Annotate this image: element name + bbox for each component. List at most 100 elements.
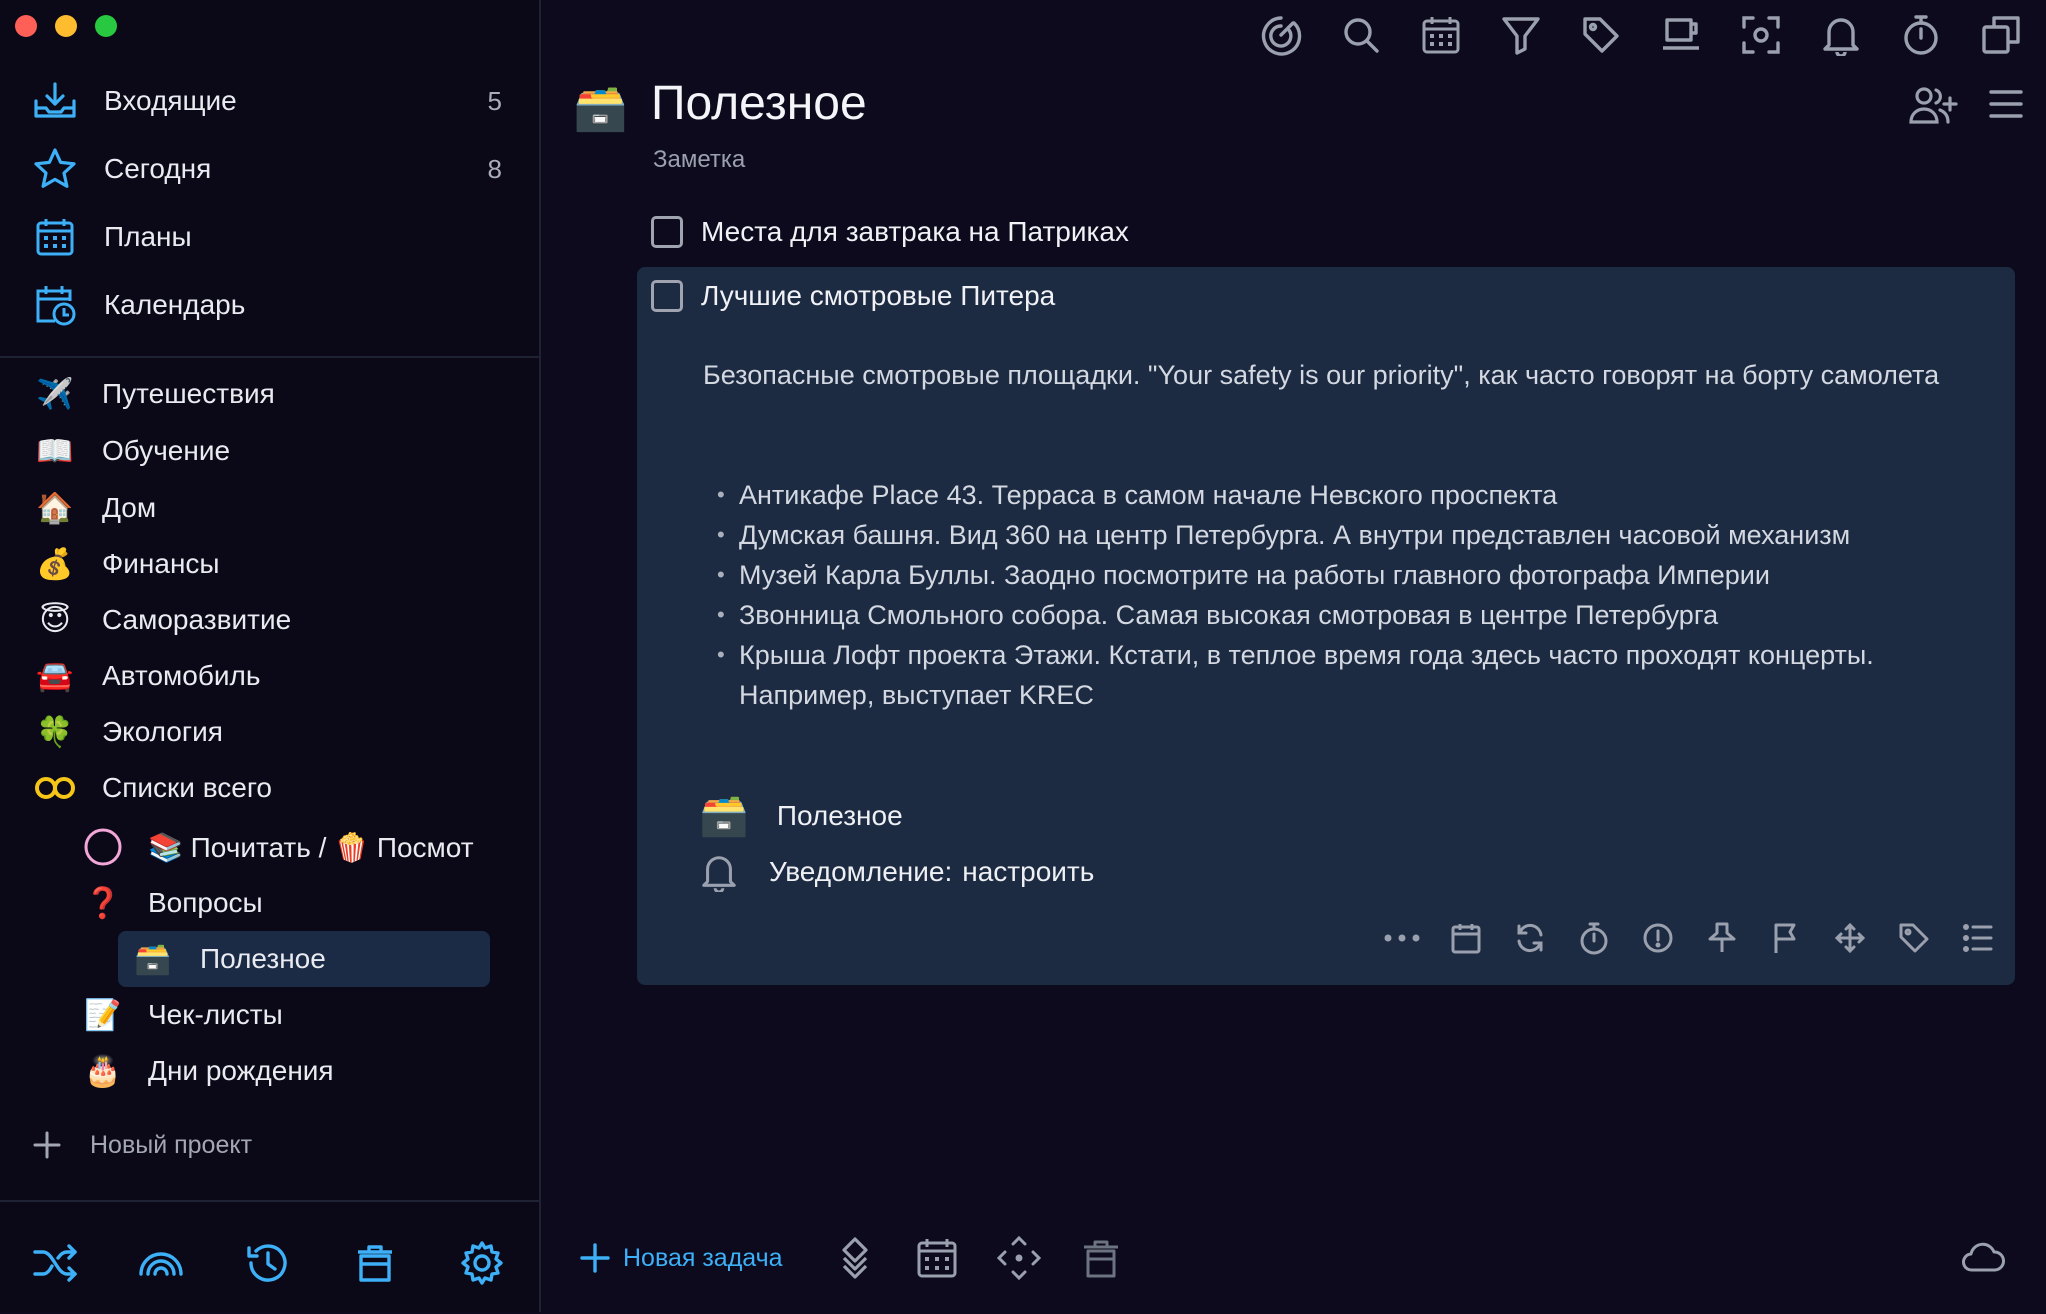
bell-icon[interactable]	[1818, 8, 1864, 62]
sidebar-item-self-development[interactable]: 😇 Саморазвитие	[32, 593, 291, 647]
clover-icon: 🍀	[36, 715, 74, 749]
book-icon: 📖	[36, 434, 74, 468]
sidebar-item-label: Сегодня	[104, 153, 212, 184]
angel-face-icon: 😇	[39, 603, 71, 637]
stopwatch-icon[interactable]	[1575, 919, 1613, 957]
rainbow-icon[interactable]	[138, 1240, 184, 1286]
task-detail-card: Лучшие смотровые Питера Безопасные смотр…	[637, 267, 2015, 985]
sidebar-item-finance[interactable]: 💰 Финансы	[32, 537, 219, 591]
sidebar-bottom-bar	[0, 1200, 539, 1314]
star-icon	[32, 146, 78, 192]
trash-icon[interactable]	[1079, 1236, 1123, 1280]
sidebar-item-label: Экология	[102, 716, 223, 747]
sidebar-item-learning[interactable]: 📖 Обучение	[32, 424, 230, 478]
sidebar-item-label: Чек-листы	[148, 999, 283, 1030]
airplane-icon: ✈️	[36, 377, 74, 411]
task-row[interactable]: Места для завтрака на Патриках	[651, 216, 1129, 248]
stopwatch-icon[interactable]	[1898, 8, 1944, 62]
task-title[interactable]: Места для завтрака на Патриках	[701, 216, 1129, 248]
copy-window-icon[interactable]	[1978, 8, 2024, 62]
page-title: Полезное	[651, 77, 867, 130]
more-icon[interactable]	[1383, 919, 1421, 957]
today-count: 8	[487, 153, 502, 184]
card-file-box-icon: 🗃️	[134, 942, 172, 976]
sidebar-item-label: Вопросы	[148, 887, 263, 918]
calendar-icon[interactable]	[1418, 8, 1464, 62]
sidebar-item-travel[interactable]: ✈️ Путешествия	[32, 367, 275, 421]
sidebar-item-label: Путешествия	[102, 378, 275, 409]
task-row[interactable]: Лучшие смотровые Питера	[651, 280, 1055, 312]
filter-icon[interactable]	[1498, 8, 1544, 62]
calendar-clock-icon	[32, 282, 78, 328]
calendar-icon[interactable]	[1447, 919, 1485, 957]
infinity-icon	[32, 765, 78, 811]
focus-target-icon[interactable]	[1258, 8, 1304, 62]
checklist-icon[interactable]	[1959, 919, 1997, 957]
sidebar-item-useful[interactable]: 🗃️ Полезное	[118, 931, 490, 987]
list-item: Крыша Лофт проекта Этажи. Кстати, в тепл…	[717, 635, 1947, 715]
zoom-window-button[interactable]	[95, 15, 117, 37]
stack-icon[interactable]	[833, 1236, 877, 1280]
card-file-box-icon: 🗃️	[573, 84, 628, 133]
minimize-window-button[interactable]	[55, 15, 77, 37]
page-subtitle[interactable]: Заметка	[653, 146, 745, 174]
sidebar-item-today[interactable]: Сегодня 8	[32, 139, 512, 199]
new-project-button[interactable]: Новый проект	[32, 1120, 252, 1170]
coffee-cup-icon[interactable]	[1658, 8, 1704, 62]
sidebar-item-calendar[interactable]: Календарь	[32, 275, 512, 335]
sidebar-item-label: Дни рождения	[148, 1055, 334, 1086]
task-project-row[interactable]: 🗃️ Полезное	[699, 792, 903, 839]
focus-frame-icon[interactable]	[1738, 8, 1784, 62]
calendar-grid-icon	[32, 214, 78, 260]
sidebar-item-plans[interactable]: Планы	[32, 207, 512, 267]
move-arrows-icon[interactable]	[997, 1236, 1041, 1280]
sidebar-item-inbox[interactable]: Входящие 5	[32, 71, 512, 131]
tag-icon[interactable]	[1578, 8, 1624, 62]
task-action-bar	[1383, 919, 1997, 957]
sidebar-item-car[interactable]: 🚘 Автомобиль	[32, 649, 260, 703]
shuffle-icon[interactable]	[32, 1240, 78, 1286]
sidebar-item-home[interactable]: 🏠 Дом	[32, 481, 156, 535]
plus-icon	[580, 1243, 610, 1273]
repeat-icon[interactable]	[1511, 919, 1549, 957]
birthday-cake-icon: 🎂	[84, 1054, 122, 1088]
move-icon[interactable]	[1831, 919, 1869, 957]
task-checkbox[interactable]	[651, 216, 683, 248]
sidebar-item-ecology[interactable]: 🍀 Экология	[32, 705, 223, 759]
tag-icon[interactable]	[1895, 919, 1933, 957]
list-item: Музей Карла Буллы. Заодно посмотрите на …	[717, 555, 1947, 595]
sidebar-item-birthdays[interactable]: 🎂 Дни рождения	[80, 1044, 334, 1098]
sidebar-item-checklists[interactable]: 📝 Чек-листы	[80, 988, 283, 1042]
sidebar: Входящие 5 Сегодня 8 Планы Календарь ✈️ …	[0, 0, 541, 1312]
new-task-button[interactable]: Новая задача	[579, 1230, 783, 1286]
task-reminder-row: Уведомление: настроить	[699, 852, 1094, 892]
sidebar-item-label: Автомобиль	[102, 660, 261, 691]
task-title[interactable]: Лучшие смотровые Питера	[701, 280, 1055, 312]
priority-icon[interactable]	[1639, 919, 1677, 957]
search-icon[interactable]	[1338, 8, 1384, 62]
trash-icon[interactable]	[352, 1240, 398, 1286]
sidebar-item-label: Дом	[102, 492, 157, 523]
task-description[interactable]: Безопасные смотровые площадки. "Your saf…	[703, 355, 1963, 395]
pin-icon[interactable]	[1703, 919, 1741, 957]
cloud-icon[interactable]	[1961, 1236, 2005, 1280]
sidebar-item-questions[interactable]: ❓ Вопросы	[80, 876, 263, 930]
flag-icon[interactable]	[1767, 919, 1805, 957]
reminder-setup-link[interactable]: настроить	[962, 856, 1094, 888]
sidebar-item-read-watch[interactable]: 📚 Почитать / 🍿 Посмот	[80, 820, 490, 874]
add-member-icon[interactable]	[1908, 86, 1958, 131]
gear-icon[interactable]	[459, 1240, 505, 1286]
money-bag-icon: 💰	[36, 547, 74, 581]
task-project-label: Полезное	[776, 799, 903, 831]
list-item: Думская башня. Вид 360 на центр Петербур…	[717, 515, 1947, 555]
list-item: Антикафе Place 43. Терраса в самом начал…	[717, 475, 1947, 515]
sidebar-item-all-lists[interactable]: Списки всего	[32, 761, 272, 815]
calendar-icon[interactable]	[915, 1236, 959, 1280]
task-checkbox[interactable]	[651, 280, 683, 312]
memo-icon: 📝	[84, 998, 122, 1032]
new-project-label: Новый проект	[90, 1130, 253, 1159]
menu-icon[interactable]	[1988, 86, 2024, 131]
close-window-button[interactable]	[15, 15, 37, 37]
main-panel: 🗃️ Полезное Заметка Места для завтрака н…	[541, 0, 2046, 1312]
history-icon[interactable]	[245, 1240, 291, 1286]
